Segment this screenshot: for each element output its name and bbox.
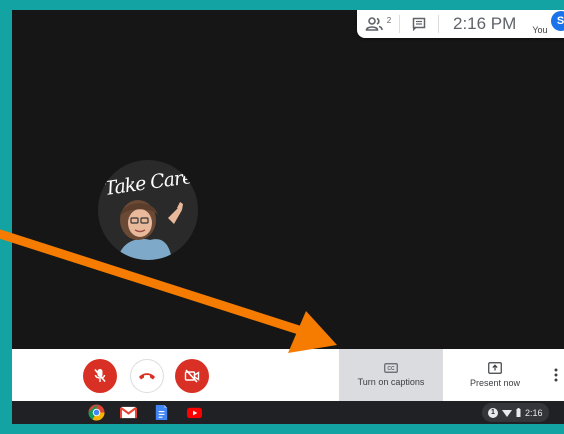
self-avatar[interactable]: S [550, 11, 564, 31]
mic-off-icon [94, 368, 106, 383]
chrome-icon[interactable] [88, 404, 105, 421]
meet-window: 2 2:16 PM You S Take Care CC Turn on cap… [12, 10, 564, 424]
present-label: Present now [469, 378, 521, 388]
chat-button[interactable] [400, 10, 438, 38]
more-vert-icon [554, 368, 558, 382]
gmail-icon[interactable] [120, 404, 137, 421]
hang-up-button[interactable] [130, 359, 164, 393]
meet-top-bar: 2 2:16 PM You S [357, 10, 564, 38]
people-icon [365, 17, 383, 31]
captions-label: Turn on captions [357, 377, 425, 387]
battery-icon [516, 408, 521, 417]
system-tray[interactable]: 1 2:16 [482, 403, 549, 422]
hang-up-icon [139, 373, 155, 380]
shelf-clock: 2:16 [525, 407, 543, 418]
camera-toggle-button[interactable] [175, 359, 209, 393]
youtube-icon[interactable] [186, 404, 203, 421]
you-label: You [532, 25, 548, 35]
present-screen-icon [488, 362, 502, 374]
meeting-clock: 2:16 PM [453, 14, 517, 33]
captions-icon-text: CC [387, 366, 395, 372]
meeting-controls: CC Turn on captions Present now [12, 349, 564, 401]
turn-on-captions-button[interactable]: CC Turn on captions [339, 349, 443, 401]
chromeos-shelf: 1 2:16 [12, 401, 564, 424]
participants-button[interactable]: 2 [357, 10, 399, 38]
bitmoji-character [118, 200, 183, 260]
docs-icon[interactable] [153, 404, 170, 421]
chat-icon [412, 17, 426, 31]
present-now-button[interactable]: Present now [443, 349, 547, 401]
wifi-icon [502, 409, 512, 417]
captions-icon: CC [384, 363, 398, 373]
microphone-toggle-button[interactable] [83, 359, 117, 393]
participant-count: 2 [386, 15, 392, 25]
notification-count: 1 [488, 407, 498, 418]
more-options-button[interactable] [548, 363, 564, 387]
camera-off-icon [184, 369, 200, 383]
participant-bitmoji: Take Care [98, 160, 198, 260]
